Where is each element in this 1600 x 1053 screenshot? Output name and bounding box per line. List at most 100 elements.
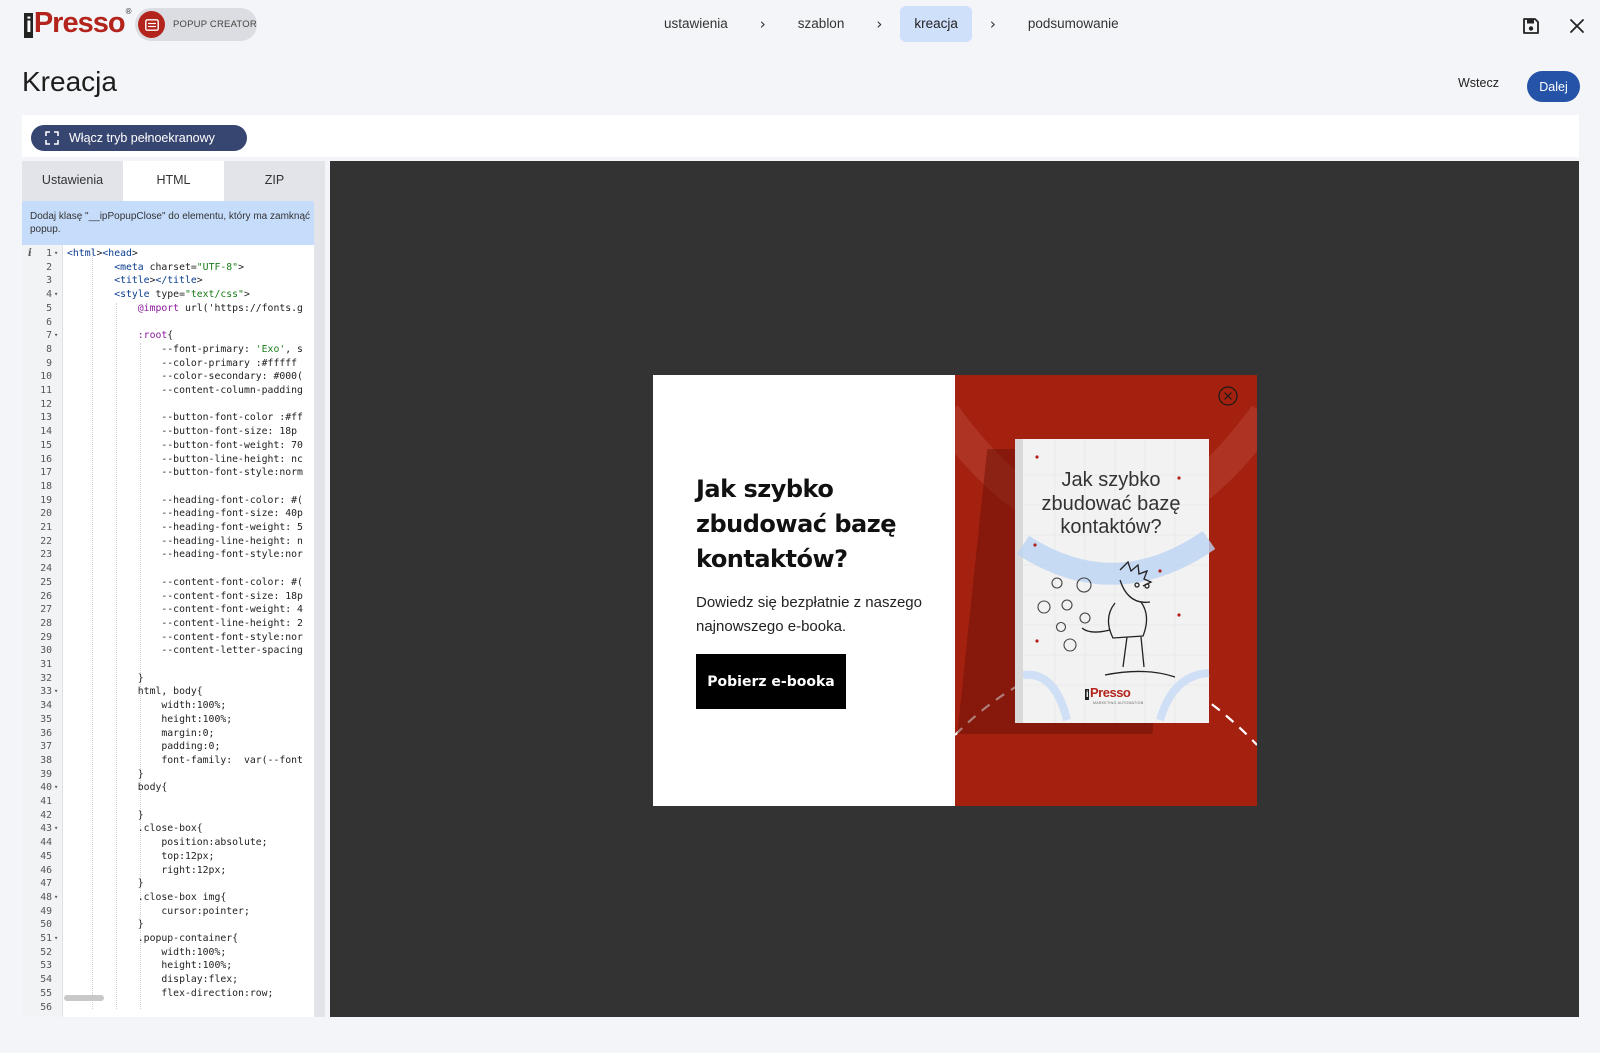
line-number: 14 — [40, 426, 52, 438]
code-line[interactable]: 12 — [22, 398, 322, 412]
code-line[interactable]: 25 --content-font-color: #( — [22, 576, 322, 590]
next-button[interactable]: Dalej — [1527, 71, 1580, 102]
step-ustawienia[interactable]: ustawienia — [650, 6, 742, 42]
code-line[interactable]: 29 --content-font-style:nor — [22, 631, 322, 645]
code-line[interactable]: 22 --heading-line-height: n — [22, 535, 322, 549]
code-line[interactable]: 24 — [22, 562, 322, 576]
code-line[interactable]: 54 display:flex; — [22, 973, 322, 987]
line-number: 50 — [40, 919, 52, 931]
code-line[interactable]: 48 ▾ .close-box img{ — [22, 891, 322, 905]
code-line[interactable]: 5 @import url('https://fonts.g — [22, 302, 322, 316]
fold-arrow-icon[interactable]: ▾ — [54, 891, 58, 905]
code-line[interactable]: 19 --heading-font-color: #( — [22, 494, 322, 508]
fold-arrow-icon[interactable]: ▾ — [54, 822, 58, 836]
step-kreacja[interactable]: kreacja — [900, 6, 972, 42]
ebook-illustration — [955, 405, 1257, 746]
code-line[interactable]: 21 --heading-font-weight: 5 — [22, 521, 322, 535]
fold-arrow-icon[interactable]: ▾ — [54, 247, 58, 261]
step-podsumowanie[interactable]: podsumowanie — [1014, 6, 1133, 42]
code-line[interactable]: 56 — [22, 1001, 322, 1015]
code-text: margin:0; — [67, 727, 215, 739]
close-class-hint: Dodaj klasę "__ipPopupClose" do elementu… — [22, 201, 325, 245]
code-text: padding:0; — [67, 741, 221, 753]
save-icon[interactable] — [1522, 17, 1540, 35]
code-line[interactable]: 30 --content-letter-spacing — [22, 644, 322, 658]
code-line[interactable]: 20 --heading-font-size: 40p — [22, 507, 322, 521]
code-text: <meta charset="UTF-8"> — [114, 261, 244, 273]
download-ebook-button[interactable]: Pobierz e-booka — [696, 654, 846, 709]
code-line[interactable]: 7 ▾ :root{ — [22, 329, 322, 343]
code-line[interactable]: 35 height:100%; — [22, 713, 322, 727]
ipresso-logo[interactable]: i Presso® — [24, 6, 131, 40]
code-line[interactable]: 33 ▾ html, body{ — [22, 685, 322, 699]
code-line[interactable]: 51 ▾ .popup-container{ — [22, 932, 322, 946]
fullscreen-button[interactable]: Włącz tryb pełnoekranowy — [31, 125, 247, 151]
fold-arrow-icon[interactable]: ▾ — [54, 781, 58, 795]
code-text: --color-secondary: #000( — [67, 371, 303, 383]
code-line[interactable]: 1 ▾ i <html><head> — [22, 247, 322, 261]
code-line[interactable]: 49 cursor:pointer; — [22, 905, 322, 919]
step-szablon[interactable]: szablon — [784, 6, 859, 42]
fold-arrow-icon[interactable]: ▾ — [54, 288, 58, 302]
code-line[interactable]: 40 ▾ body{ — [22, 781, 322, 795]
code-line[interactable]: 34 width:100%; — [22, 699, 322, 713]
line-number: 17 — [40, 467, 52, 479]
line-number: 7 — [46, 330, 52, 342]
code-line[interactable]: 9 --color-primary :#fffff — [22, 357, 322, 371]
code-line[interactable]: 28 --content-line-height: 2 — [22, 617, 322, 631]
code-line[interactable]: 32 } — [22, 672, 322, 686]
back-button[interactable]: Wstecz — [1458, 76, 1499, 90]
code-line[interactable]: 45 top:12px; — [22, 850, 322, 864]
code-text: display:flex; — [67, 974, 239, 986]
panel-resize-edge[interactable] — [314, 161, 325, 1017]
code-line[interactable]: 46 right:12px; — [22, 864, 322, 878]
code-line[interactable]: 38 font-family: var(--font — [22, 754, 322, 768]
code-text: .close-box{ — [67, 823, 203, 835]
code-line[interactable]: 18 — [22, 480, 322, 494]
code-line[interactable]: 8 --font-primary: 'Exo', s — [22, 343, 322, 357]
tab-html[interactable]: HTML — [123, 161, 224, 201]
code-line[interactable]: 39 } — [22, 768, 322, 782]
fold-arrow-icon[interactable]: ▾ — [54, 932, 58, 946]
code-line[interactable]: 27 --content-font-weight: 4 — [22, 603, 322, 617]
horizontal-scrollbar[interactable] — [64, 995, 104, 1001]
code-line[interactable]: 6 — [22, 316, 322, 330]
line-number: 54 — [40, 974, 52, 986]
code-line[interactable]: 17 --button-font-style:norm — [22, 466, 322, 480]
close-icon[interactable] — [1568, 17, 1586, 35]
tab-zip[interactable]: ZIP — [224, 161, 325, 201]
code-line[interactable]: 43 ▾ .close-box{ — [22, 822, 322, 836]
code-line[interactable]: 11 --content-column-padding — [22, 384, 322, 398]
code-line[interactable]: 23 --heading-font-style:nor — [22, 548, 322, 562]
html-code-editor[interactable]: 1 ▾ i <html><head> 2 <meta charset="UTF-8"> 3… — [22, 245, 325, 1017]
code-line[interactable]: 2 <meta charset="UTF-8"> — [22, 261, 322, 275]
code-line[interactable]: 14 --button-font-size: 18p — [22, 425, 322, 439]
code-line[interactable]: 10 --color-secondary: #000( — [22, 370, 322, 384]
code-line[interactable]: 4 ▾ <style type="text/css"> — [22, 288, 322, 302]
tab-ustawienia[interactable]: Ustawienia — [22, 161, 123, 201]
code-line[interactable]: 47 } — [22, 877, 322, 891]
popup-text: Dowiedz się bezpłatnie z naszego najnows… — [696, 594, 922, 635]
code-line[interactable]: 42 } — [22, 809, 322, 823]
line-number: 28 — [40, 617, 52, 629]
popup-close-icon[interactable] — [1218, 386, 1238, 406]
code-line[interactable]: 13 --button-font-color :#ff — [22, 411, 322, 425]
code-line[interactable]: 53 height:100%; — [22, 959, 322, 973]
code-line[interactable]: 16 --button-line-height: nc — [22, 453, 322, 467]
code-line[interactable]: 41 — [22, 795, 322, 809]
line-number: 46 — [40, 864, 52, 876]
code-line[interactable]: 50 } — [22, 918, 322, 932]
code-text: --content-letter-spacing — [67, 645, 303, 657]
fold-arrow-icon[interactable]: ▾ — [54, 685, 58, 699]
code-line[interactable]: 31 — [22, 658, 322, 672]
code-line[interactable]: 26 --content-font-size: 18p — [22, 590, 322, 604]
code-line[interactable]: 44 position:absolute; — [22, 836, 322, 850]
info-icon[interactable]: i — [28, 247, 32, 261]
line-number: 44 — [40, 837, 52, 849]
code-line[interactable]: 3 <title></title> — [22, 274, 322, 288]
code-line[interactable]: 52 width:100%; — [22, 946, 322, 960]
code-line[interactable]: 37 padding:0; — [22, 740, 322, 754]
code-line[interactable]: 36 margin:0; — [22, 727, 322, 741]
code-line[interactable]: 15 --button-font-weight: 70 — [22, 439, 322, 453]
fold-arrow-icon[interactable]: ▾ — [54, 329, 58, 343]
